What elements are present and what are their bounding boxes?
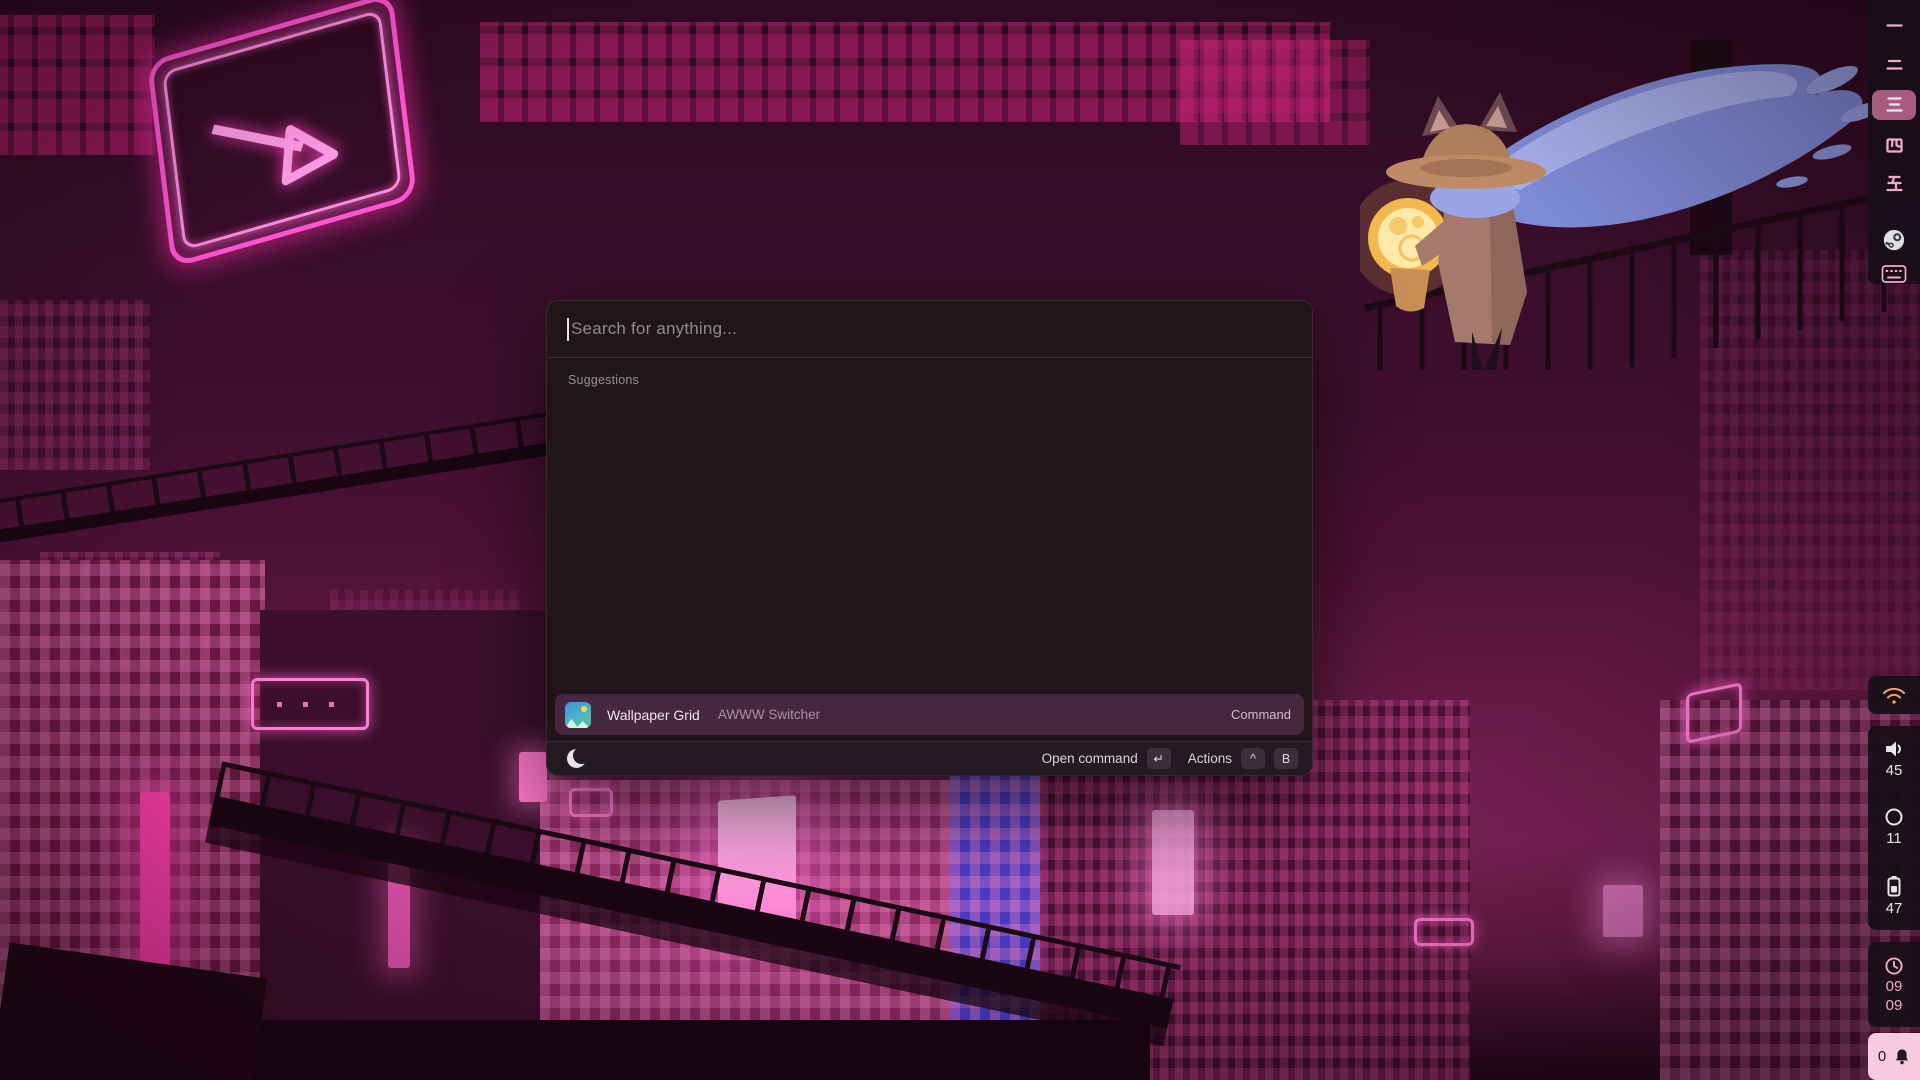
clock-module[interactable]: 09 09 bbox=[1868, 942, 1920, 1027]
idle-stat[interactable]: 11 bbox=[1884, 807, 1904, 847]
search-bar bbox=[547, 301, 1312, 358]
battery-stat[interactable]: 47 bbox=[1886, 875, 1903, 917]
workspace-module bbox=[1868, 0, 1920, 284]
result-type: Command bbox=[1231, 707, 1291, 722]
workspace-4[interactable] bbox=[1872, 132, 1916, 159]
b-key[interactable]: B bbox=[1274, 748, 1298, 769]
moon-icon[interactable] bbox=[567, 749, 586, 768]
volume-icon bbox=[1883, 739, 1905, 759]
wallpaper-grid-icon bbox=[565, 702, 591, 728]
volume-stat[interactable]: 45 bbox=[1883, 739, 1905, 779]
search-input[interactable] bbox=[547, 301, 1312, 357]
notification-count: 0 bbox=[1878, 1048, 1886, 1065]
workspace-2[interactable] bbox=[1872, 51, 1916, 78]
result-row-wallpaper-grid[interactable]: Wallpaper Grid AWWW Switcher Command bbox=[555, 694, 1304, 735]
status-bar: 45 11 47 09 09 bbox=[1868, 0, 1920, 1080]
steam-tray-icon[interactable] bbox=[1882, 228, 1906, 252]
desktop: Suggestions Wallpaper Grid AWWW Switcher… bbox=[0, 0, 1920, 1080]
result-title: Wallpaper Grid bbox=[607, 707, 700, 723]
actions-label[interactable]: Actions bbox=[1188, 751, 1232, 766]
open-command-label[interactable]: Open command bbox=[1042, 751, 1138, 766]
idle-circle-icon bbox=[1884, 807, 1904, 827]
ctrl-key[interactable]: ^ bbox=[1241, 748, 1265, 769]
clock-icon bbox=[1884, 956, 1904, 976]
section-label: Suggestions bbox=[547, 358, 1312, 393]
result-subtitle: AWWW Switcher bbox=[718, 707, 820, 722]
workspace-5[interactable] bbox=[1872, 171, 1916, 198]
battery-value: 47 bbox=[1886, 900, 1903, 917]
results-list: Wallpaper Grid AWWW Switcher Command Ste… bbox=[555, 694, 1304, 741]
volume-value: 45 bbox=[1886, 762, 1903, 779]
workspace-1[interactable] bbox=[1872, 12, 1916, 39]
stats-module: 45 11 47 bbox=[1868, 726, 1920, 930]
battery-icon bbox=[1886, 875, 1902, 897]
launcher-footer: Open command ↵ Actions ^ B bbox=[547, 741, 1312, 775]
clock-hour: 09 bbox=[1886, 978, 1903, 995]
wifi-module[interactable] bbox=[1868, 676, 1920, 714]
notification-module[interactable]: 0 bbox=[1868, 1033, 1920, 1080]
idle-value: 11 bbox=[1886, 830, 1902, 847]
keyboard-icon[interactable] bbox=[1881, 264, 1907, 284]
workspace-3-active[interactable] bbox=[1872, 90, 1916, 120]
launcher-panel: Suggestions Wallpaper Grid AWWW Switcher… bbox=[546, 300, 1313, 776]
bell-icon bbox=[1894, 1048, 1910, 1065]
wifi-icon bbox=[1881, 684, 1907, 706]
return-key-icon[interactable]: ↵ bbox=[1147, 748, 1171, 769]
clock-minute: 09 bbox=[1886, 997, 1903, 1014]
